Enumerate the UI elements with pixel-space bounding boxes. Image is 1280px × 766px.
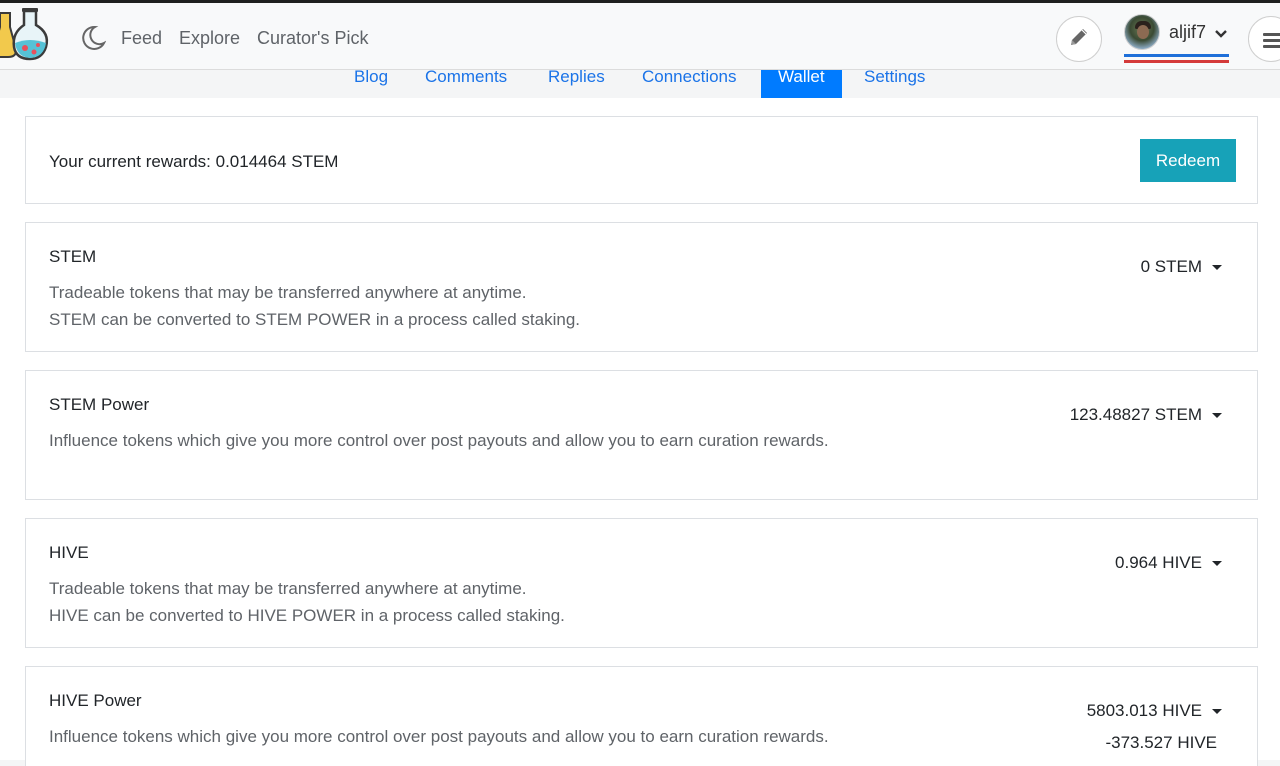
caret-down-icon	[1212, 560, 1222, 566]
hamburger-menu-button[interactable]	[1248, 16, 1280, 62]
wallet-amount: 0.964 HIVE	[1115, 553, 1202, 572]
wallet-card-hive-power: HIVE Power Influence tokens which give y…	[25, 666, 1258, 766]
wallet-title: STEM	[49, 247, 97, 266]
wallet-card-hive: HIVE Tradeable tokens that may be transf…	[25, 518, 1258, 648]
wallet-amount-dropdown[interactable]: 0 STEM	[1141, 257, 1222, 277]
delegated-amount: -373.527 HIVE	[1105, 733, 1217, 752]
wallet-description: Influence tokens which give you more con…	[49, 723, 829, 750]
wallet-description-line: Tradeable tokens that may be transferred…	[49, 579, 527, 598]
tab-replies[interactable]: Replies	[548, 68, 605, 98]
wallet-content: Your current rewards: 0.014464 STEM Rede…	[0, 98, 1280, 766]
nav-curators-pick-link[interactable]: Curator's Pick	[257, 28, 368, 49]
wallet-card-stem: STEM Tradeable tokens that may be transf…	[25, 222, 1258, 352]
wallet-title: HIVE	[49, 543, 89, 562]
user-menu[interactable]: aljif7	[1124, 14, 1230, 64]
wallet-description: Tradeable tokens that may be transferred…	[49, 575, 829, 629]
current-rewards-text: Your current rewards: 0.014464 STEM	[49, 152, 339, 171]
wallet-card-stem-power: STEM Power Influence tokens which give y…	[25, 370, 1258, 500]
user-avatar	[1124, 14, 1160, 50]
wallet-title: HIVE Power	[49, 691, 142, 710]
dark-mode-moon-icon[interactable]	[80, 25, 107, 51]
wallet-amount: 0 STEM	[1140, 257, 1202, 276]
write-post-button[interactable]	[1056, 16, 1102, 62]
tab-settings[interactable]: Settings	[864, 68, 925, 98]
tab-wallet[interactable]: Wallet	[761, 68, 842, 98]
nav-feed-link[interactable]: Feed	[121, 28, 162, 49]
wallet-amount-dropdown[interactable]: 123.48827 STEM	[1070, 405, 1222, 425]
chevron-down-icon	[1215, 26, 1227, 38]
user-underline-red	[1124, 60, 1229, 63]
wallet-amount-dropdown[interactable]: 0.964 HIVE	[1115, 553, 1222, 573]
wallet-description-line: STEM can be converted to STEM POWER in a…	[49, 310, 580, 329]
username-label: aljif7	[1169, 22, 1207, 42]
wallet-description: Tradeable tokens that may be transferred…	[49, 279, 829, 333]
redeem-button[interactable]: Redeem	[1140, 139, 1236, 182]
profile-tabs: Blog Comments Replies Connections Wallet…	[0, 68, 1280, 98]
wallet-description-line: Influence tokens which give you more con…	[49, 431, 829, 450]
wallet-amount: 123.48827 STEM	[1069, 405, 1202, 424]
wallet-description-line: HIVE can be converted to HIVE POWER in a…	[49, 606, 565, 625]
tab-comments[interactable]: Comments	[425, 68, 507, 98]
pencil-icon	[1068, 26, 1090, 53]
wallet-description-line: Tradeable tokens that may be transferred…	[49, 283, 527, 302]
user-underline-blue	[1124, 54, 1229, 57]
wallet-description-line: Influence tokens which give you more con…	[49, 727, 829, 746]
nav-explore-link[interactable]: Explore	[179, 28, 240, 49]
wallet-title: STEM Power	[49, 395, 150, 414]
top-navbar: Feed Explore Curator's Pick aljif7	[0, 0, 1280, 70]
caret-down-icon	[1212, 412, 1222, 418]
tab-blog[interactable]: Blog	[354, 68, 388, 98]
tab-connections[interactable]: Connections	[642, 68, 737, 98]
rewards-card: Your current rewards: 0.014464 STEM Rede…	[25, 116, 1258, 204]
caret-down-icon	[1212, 708, 1222, 714]
wallet-amount: 5803.013 HIVE	[1086, 701, 1202, 720]
flask-logo-icon[interactable]	[0, 5, 52, 65]
wallet-amount-dropdown[interactable]: 5803.013 HIVE	[1087, 701, 1222, 721]
caret-down-icon	[1212, 264, 1222, 270]
wallet-description: Influence tokens which give you more con…	[49, 427, 829, 454]
